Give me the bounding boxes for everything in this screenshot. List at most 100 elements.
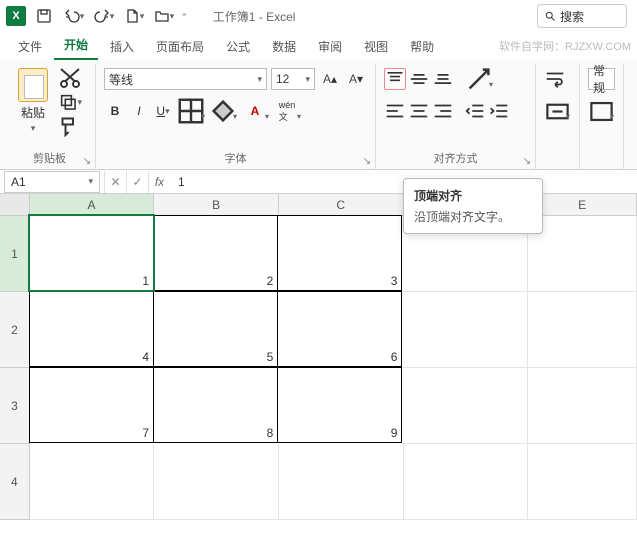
row-header[interactable]: 2 — [0, 292, 30, 368]
tooltip-title: 顶端对齐 — [414, 187, 532, 204]
align-center-button[interactable] — [408, 100, 430, 122]
decrease-font-button[interactable]: A▾ — [345, 68, 367, 90]
group-alignment: ▾ 对齐方式 ↘ — [376, 64, 536, 169]
grid-rows: 1123245637894 — [0, 216, 637, 520]
italic-button[interactable]: I — [128, 100, 150, 122]
tab-插入[interactable]: 插入 — [100, 33, 144, 60]
qat-overflow[interactable]: ⁼ — [182, 11, 187, 22]
search-icon — [544, 10, 556, 22]
group-font: 等线▾ 12▾ A▴ A▾ B I U▾ ▾ ▾ A▾ wén文▾ 字体 ↘ — [96, 64, 376, 169]
row-header[interactable]: 3 — [0, 368, 30, 444]
increase-indent-button[interactable] — [488, 100, 510, 122]
align-left-button[interactable] — [384, 100, 406, 122]
window-title: 工作簿1 - Excel — [213, 8, 296, 25]
excel-icon — [6, 6, 26, 26]
cell[interactable] — [402, 292, 527, 368]
paste-button[interactable]: 粘贴 ▾ — [12, 66, 54, 147]
search-box[interactable]: 搜索 — [537, 4, 627, 28]
redo-button[interactable]: ▾ — [92, 4, 116, 28]
paste-icon — [18, 68, 48, 102]
cell[interactable] — [528, 444, 637, 520]
align-bottom-button[interactable] — [432, 68, 454, 90]
cancel-formula-button[interactable]: ✕ — [104, 171, 126, 193]
group-number: 常规 ▾ — [580, 64, 624, 169]
cell[interactable]: 1 — [29, 215, 154, 291]
bold-button[interactable]: B — [104, 100, 126, 122]
orientation-button[interactable]: ▾ — [464, 68, 494, 90]
align-middle-button[interactable] — [408, 68, 430, 90]
save-button[interactable] — [32, 4, 56, 28]
tab-数据[interactable]: 数据 — [262, 33, 306, 60]
row-header[interactable]: 4 — [0, 444, 30, 520]
title-bar: ▾ ▾ ▾ ▾ ⁼ 工作簿1 - Excel 搜索 — [0, 0, 637, 32]
wrap-text-button[interactable] — [544, 68, 566, 90]
cell[interactable] — [154, 444, 279, 520]
watermark: 软件自学网：RJZXW.COM — [499, 38, 631, 54]
tab-开始[interactable]: 开始 — [54, 31, 98, 60]
align-top-button[interactable] — [384, 68, 406, 90]
align-right-button[interactable] — [432, 100, 454, 122]
cell[interactable] — [528, 216, 637, 292]
cell[interactable]: 3 — [277, 215, 402, 291]
col-header-E[interactable]: E — [528, 194, 637, 215]
group-label-align: 对齐方式 — [384, 147, 527, 169]
group-wrap-merge: ▾ — [536, 64, 580, 169]
row-header[interactable]: 1 — [0, 216, 30, 292]
border-button[interactable]: ▾ — [176, 100, 206, 122]
cell[interactable]: 8 — [153, 367, 278, 443]
clipboard-launcher[interactable]: ↘ — [81, 155, 93, 167]
group-clipboard: 粘贴 ▾ ▾ 剪贴板 ↘ — [4, 64, 96, 169]
accounting-button[interactable]: ▾ — [588, 100, 615, 122]
copy-button[interactable]: ▾ — [58, 92, 82, 112]
group-label-clipboard: 剪贴板 — [12, 147, 87, 169]
format-painter-button[interactable] — [58, 116, 82, 136]
cell[interactable]: 5 — [153, 291, 278, 367]
increase-font-button[interactable]: A▴ — [319, 68, 341, 90]
cell[interactable]: 7 — [29, 367, 154, 443]
paste-label: 粘贴 — [21, 104, 45, 121]
tab-公式[interactable]: 公式 — [216, 33, 260, 60]
cell[interactable]: 4 — [29, 291, 154, 367]
cut-button[interactable] — [58, 68, 82, 88]
merge-button[interactable]: ▾ — [544, 100, 571, 122]
ribbon: 粘贴 ▾ ▾ 剪贴板 ↘ 等线▾ 12▾ A▴ A▾ B I U▾ ▾ ▾ A▾… — [0, 60, 637, 170]
decrease-indent-button[interactable] — [464, 100, 486, 122]
fx-button[interactable]: fx — [148, 171, 170, 193]
cell[interactable]: 9 — [277, 367, 402, 443]
new-file-button[interactable]: ▾ — [122, 4, 146, 28]
cell[interactable] — [279, 444, 404, 520]
cell[interactable] — [402, 368, 527, 444]
cell[interactable]: 6 — [277, 291, 402, 367]
font-name-combo[interactable]: 等线▾ — [104, 68, 267, 90]
cell[interactable] — [528, 292, 637, 368]
name-box[interactable]: A1▾ — [4, 171, 100, 193]
tab-视图[interactable]: 视图 — [354, 33, 398, 60]
underline-button[interactable]: U▾ — [152, 100, 174, 122]
tab-帮助[interactable]: 帮助 — [400, 33, 444, 60]
accept-formula-button[interactable]: ✓ — [126, 171, 148, 193]
font-launcher[interactable]: ↘ — [361, 155, 373, 167]
align-launcher[interactable]: ↘ — [521, 155, 533, 167]
phonetic-button[interactable]: wén文▾ — [272, 100, 302, 122]
tooltip-body: 沿顶端对齐文字。 — [414, 208, 532, 225]
col-header-A[interactable]: A — [30, 194, 155, 215]
tab-文件[interactable]: 文件 — [8, 33, 52, 60]
number-format-combo[interactable]: 常规 — [588, 68, 615, 90]
tooltip: 顶端对齐 沿顶端对齐文字。 — [403, 178, 543, 234]
open-button[interactable]: ▾ — [152, 4, 176, 28]
group-label-font: 字体 — [104, 147, 367, 169]
select-all-corner[interactable] — [0, 194, 30, 215]
tab-页面布局[interactable]: 页面布局 — [146, 33, 214, 60]
fill-color-button[interactable]: ▾ — [208, 100, 238, 122]
cell[interactable] — [30, 444, 155, 520]
font-size-combo[interactable]: 12▾ — [271, 68, 315, 90]
worksheet: ABCDE 1123245637894 — [0, 194, 637, 520]
font-color-button[interactable]: A▾ — [240, 100, 270, 122]
col-header-C[interactable]: C — [279, 194, 404, 215]
cell[interactable]: 2 — [153, 215, 278, 291]
undo-button[interactable]: ▾ — [62, 4, 86, 28]
tab-审阅[interactable]: 审阅 — [308, 33, 352, 60]
col-header-B[interactable]: B — [154, 194, 279, 215]
cell[interactable] — [528, 368, 637, 444]
cell[interactable] — [404, 444, 529, 520]
